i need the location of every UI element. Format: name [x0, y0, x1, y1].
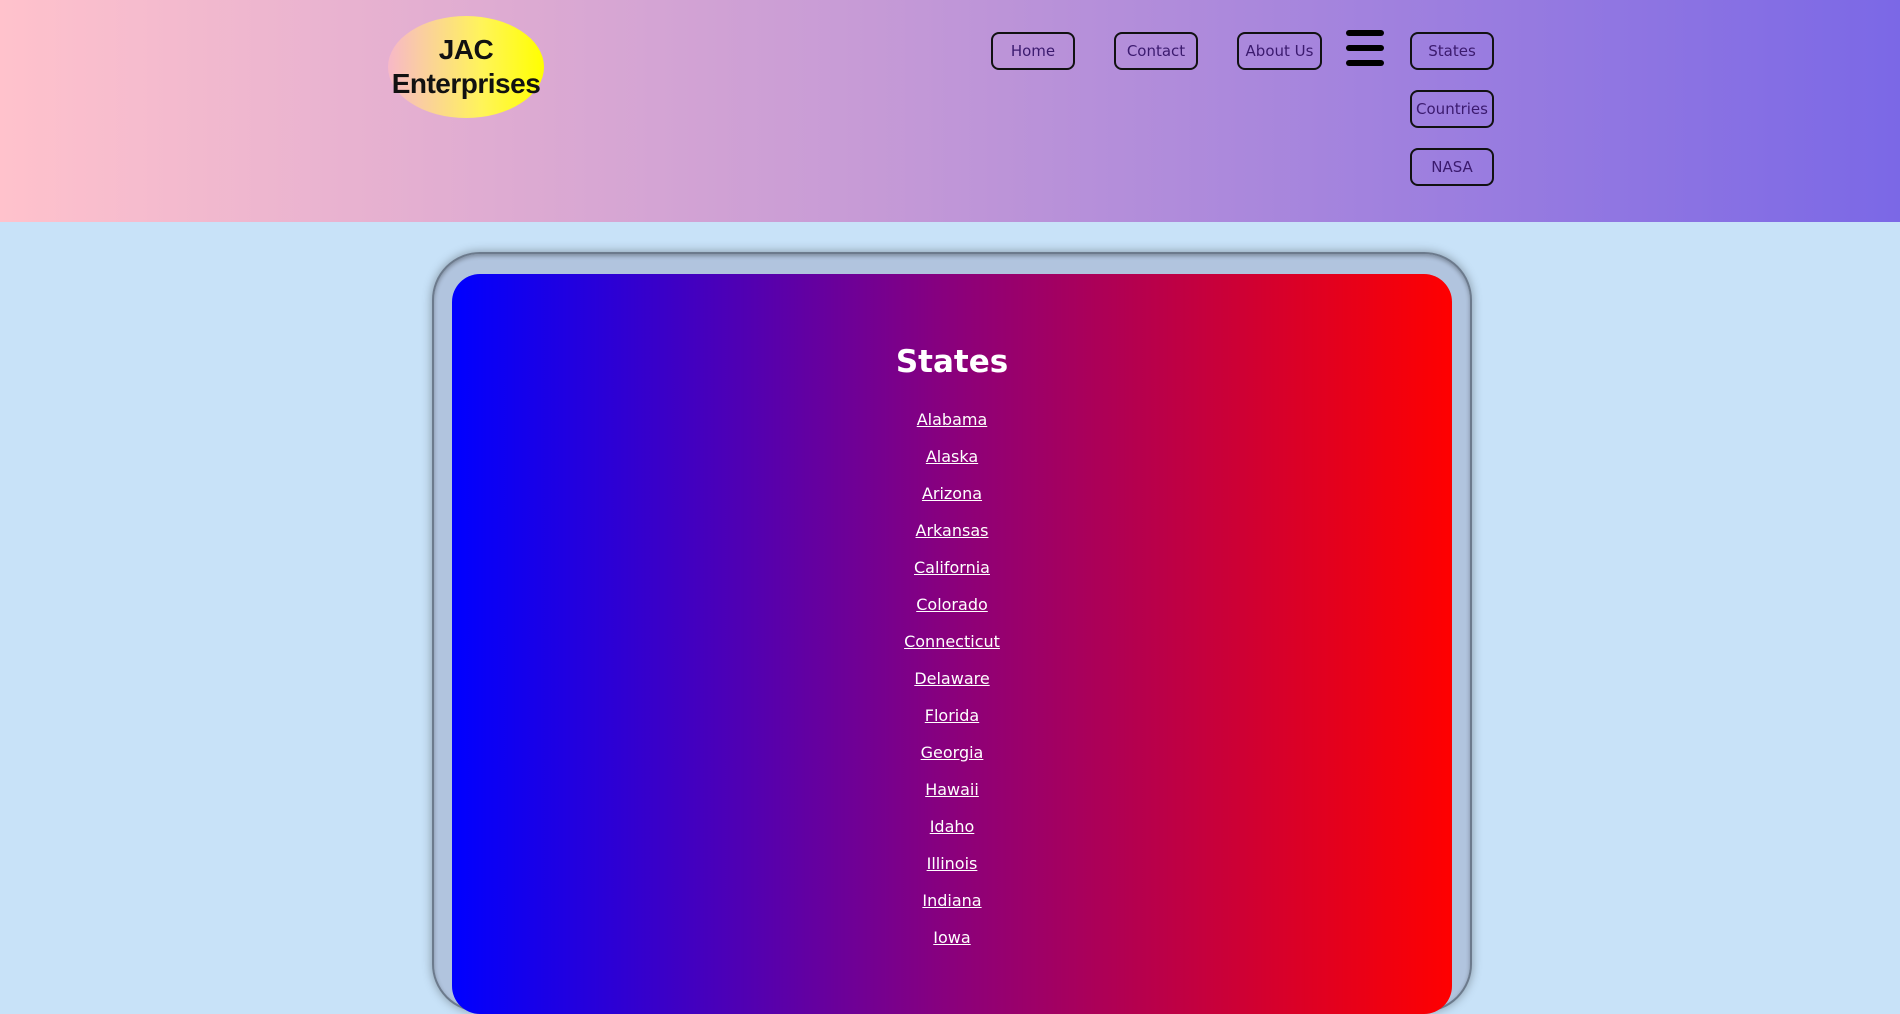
- site-header: JAC Enterprises Home Contact About Us St…: [0, 0, 1900, 222]
- state-link-indiana[interactable]: Indiana: [922, 891, 981, 910]
- state-link-california[interactable]: California: [914, 558, 990, 577]
- list-item: Indiana: [452, 891, 1452, 928]
- state-link-arkansas[interactable]: Arkansas: [916, 521, 989, 540]
- list-item: Alabama: [452, 410, 1452, 447]
- state-link-connecticut[interactable]: Connecticut: [904, 632, 1000, 651]
- list-item: Hawaii: [452, 780, 1452, 817]
- list-item: Illinois: [452, 854, 1452, 891]
- state-link-florida[interactable]: Florida: [925, 706, 979, 725]
- hamburger-menu-icon[interactable]: [1346, 30, 1384, 70]
- state-link-alabama[interactable]: Alabama: [917, 410, 988, 429]
- state-link-alaska[interactable]: Alaska: [926, 447, 978, 466]
- list-item: Alaska: [452, 447, 1452, 484]
- states-panel: States Alabama Alaska Arizona Arkansas Calif…: [452, 274, 1452, 1014]
- state-link-hawaii[interactable]: Hawaii: [925, 780, 979, 799]
- list-item: Delaware: [452, 669, 1452, 706]
- dropdown-item-states[interactable]: States: [1410, 32, 1494, 70]
- state-link-illinois[interactable]: Illinois: [927, 854, 978, 873]
- state-link-colorado[interactable]: Colorado: [916, 595, 988, 614]
- list-item: California: [452, 558, 1452, 595]
- about-us-button[interactable]: About Us: [1237, 32, 1322, 70]
- list-item: Arkansas: [452, 521, 1452, 558]
- list-item: Colorado: [452, 595, 1452, 632]
- list-item: Iowa: [452, 928, 1452, 965]
- list-item: Idaho: [452, 817, 1452, 854]
- dropdown-item-countries[interactable]: Countries: [1410, 90, 1494, 128]
- contact-button[interactable]: Contact: [1114, 32, 1198, 70]
- state-link-idaho[interactable]: Idaho: [930, 817, 975, 836]
- state-list: Alabama Alaska Arizona Arkansas California Co…: [452, 410, 1452, 965]
- list-item: Florida: [452, 706, 1452, 743]
- logo-text: JAC Enterprises: [391, 34, 541, 99]
- company-logo[interactable]: JAC Enterprises: [388, 16, 544, 118]
- list-item: Georgia: [452, 743, 1452, 780]
- state-link-arizona[interactable]: Arizona: [922, 484, 982, 503]
- state-link-iowa[interactable]: Iowa: [933, 928, 970, 947]
- list-item: Connecticut: [452, 632, 1452, 669]
- state-link-delaware[interactable]: Delaware: [914, 669, 989, 688]
- list-item: Arizona: [452, 484, 1452, 521]
- page-title: States: [895, 344, 1009, 380]
- home-button[interactable]: Home: [991, 32, 1075, 70]
- state-link-georgia[interactable]: Georgia: [921, 743, 984, 762]
- dropdown-item-nasa[interactable]: NASA: [1410, 148, 1494, 186]
